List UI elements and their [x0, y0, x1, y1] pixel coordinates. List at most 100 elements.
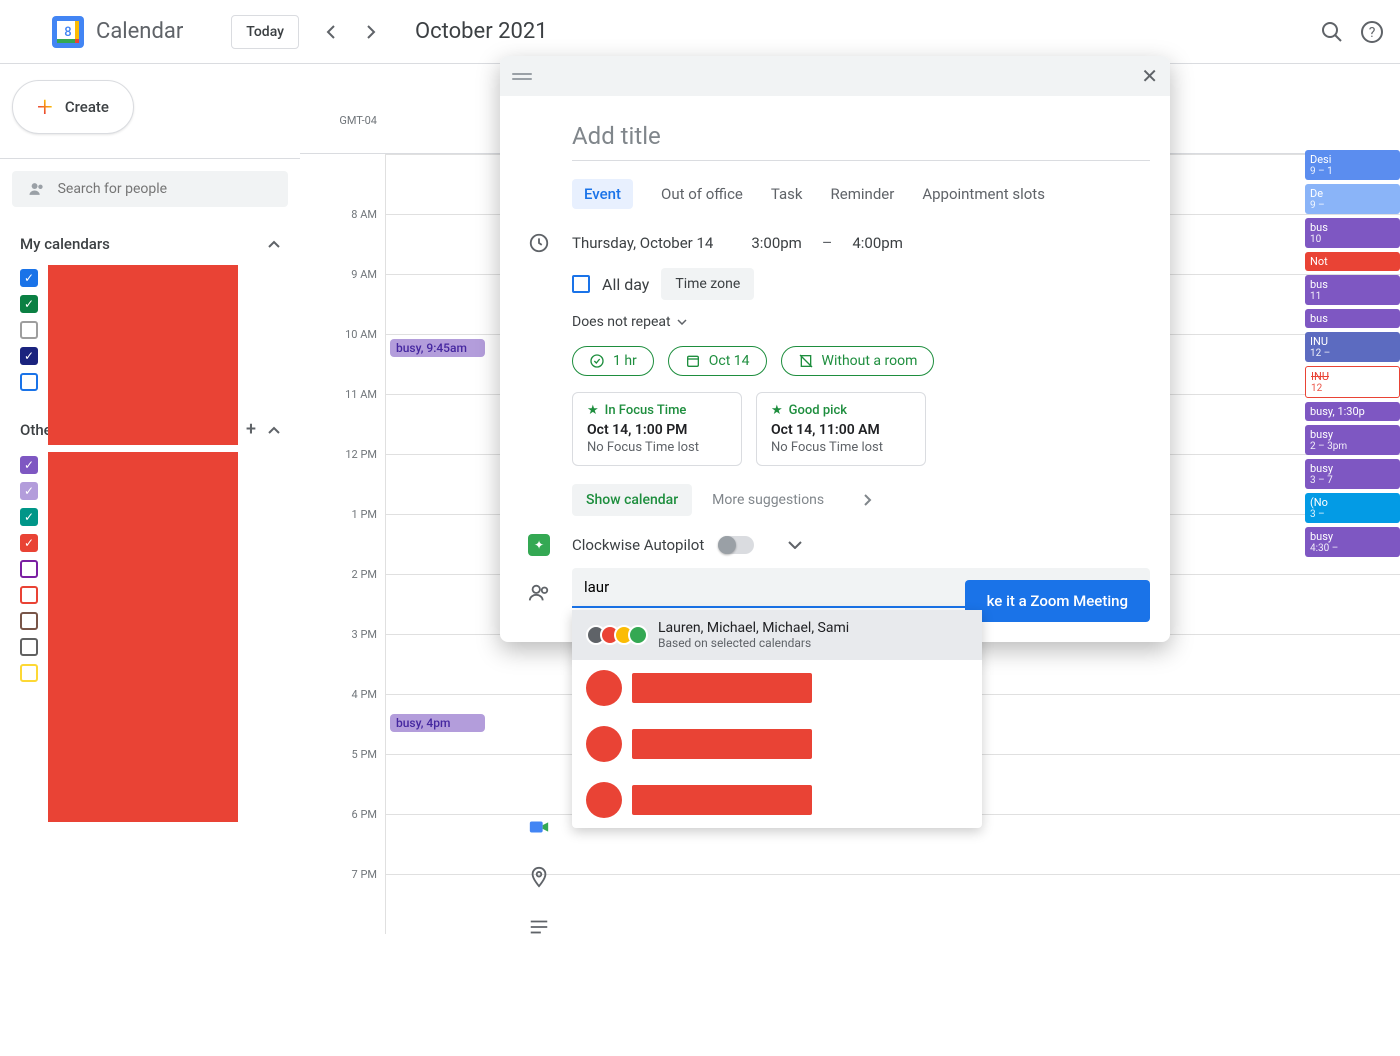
tab-appointment-slots[interactable]: Appointment slots [922, 179, 1045, 209]
other-calendars-list [12, 452, 288, 686]
peek-event[interactable]: INU12 – [1305, 332, 1400, 362]
redacted-block [48, 265, 238, 445]
hour-label [300, 148, 385, 208]
suggestion-sub: Based on selected calendars [658, 636, 849, 650]
modal-header[interactable]: ✕ [500, 56, 1170, 96]
peek-event[interactable]: busy4:30 – [1305, 527, 1400, 557]
calendar-event[interactable]: busy, 4pm [390, 714, 485, 732]
hour-label: 5 PM [300, 748, 385, 808]
guest-suggestion-redacted[interactable] [572, 772, 982, 828]
create-button[interactable]: + Create [12, 80, 134, 134]
app-logo[interactable]: 8 Calendar [48, 12, 183, 52]
my-calendars-label: My calendars [20, 235, 110, 253]
calendar-checkbox[interactable] [20, 269, 38, 287]
calendar-logo-icon: 8 [48, 12, 88, 52]
peek-event[interactable]: Not [1305, 252, 1400, 271]
peek-event[interactable]: INU12 [1305, 366, 1400, 398]
hour-label: 1 PM [300, 508, 385, 568]
event-type-tabs: Event Out of office Task Reminder Appointmen… [572, 179, 1150, 209]
peek-event[interactable]: (No3 – [1305, 493, 1400, 523]
my-calendars-list [12, 265, 288, 395]
peek-event[interactable]: bus [1305, 309, 1400, 328]
calendar-checkbox[interactable] [20, 373, 38, 391]
time-suggestion-card[interactable]: ★In Focus TimeOct 14, 1:00 PMNo Focus Ti… [572, 392, 742, 466]
guest-suggestion-item[interactable]: Lauren, Michael, Michael, Sami Based on … [572, 610, 982, 660]
calendar-checkbox[interactable] [20, 295, 38, 313]
peek-event[interactable]: bus11 [1305, 275, 1400, 305]
chevron-right-icon [864, 494, 872, 506]
app-name: Calendar [96, 19, 183, 44]
calendar-checkbox[interactable] [20, 534, 38, 552]
calendar-checkbox[interactable] [20, 560, 38, 578]
calendar-checkbox[interactable] [20, 664, 38, 682]
month-title: October 2021 [415, 19, 548, 44]
more-suggestions-button[interactable]: More suggestions [712, 492, 872, 508]
repeat-dropdown[interactable]: Does not repeat [572, 314, 1150, 330]
calendar-checkbox[interactable] [20, 321, 38, 339]
guest-suggestion-redacted[interactable] [572, 660, 982, 716]
hour-label: 12 PM [300, 448, 385, 508]
drag-handle-icon[interactable] [512, 73, 532, 80]
my-calendars-header[interactable]: My calendars [12, 231, 288, 257]
tab-out-of-office[interactable]: Out of office [661, 179, 743, 209]
peek-event[interactable]: busy3 – 7 [1305, 459, 1400, 489]
calendar-checkbox[interactable] [20, 586, 38, 604]
plus-icon: + [37, 93, 53, 121]
clockwise-label: Clockwise Autopilot [572, 536, 704, 554]
peek-event[interactable]: Desi9 – 1 [1305, 150, 1400, 180]
calendar-checkbox[interactable] [20, 482, 38, 500]
guest-suggestion-redacted[interactable] [572, 716, 982, 772]
hamburger-menu-icon[interactable] [16, 20, 40, 44]
all-day-row: All day Time zone [572, 268, 1150, 300]
calendar-checkbox[interactable] [20, 456, 38, 474]
clockwise-toggle[interactable] [718, 536, 754, 554]
hour-label: 2 PM [300, 568, 385, 628]
add-calendar-icon[interactable]: + [246, 419, 256, 440]
calendar-checkbox[interactable] [20, 508, 38, 526]
show-calendar-button[interactable]: Show calendar [572, 484, 692, 516]
peek-event[interactable]: bus10 [1305, 218, 1400, 248]
time-suggestion-card[interactable]: ★Good pickOct 14, 11:00 AMNo Focus Time … [756, 392, 926, 466]
timezone-button[interactable]: Time zone [661, 268, 754, 300]
peek-event[interactable]: De9 – [1305, 184, 1400, 214]
today-button[interactable]: Today [231, 15, 299, 49]
calendar-checkbox[interactable] [20, 347, 38, 365]
description-icon[interactable] [528, 916, 550, 938]
event-title-input[interactable] [572, 116, 1150, 161]
video-icon[interactable] [528, 816, 550, 838]
peek-events: Desi9 – 1 De9 – bus10 Not bus11 bus INU12 – INU… [1305, 150, 1400, 561]
chevron-down-icon[interactable] [788, 541, 802, 549]
location-icon[interactable] [528, 866, 550, 888]
quick-pill[interactable]: Oct 14 [668, 346, 767, 376]
zoom-meeting-button[interactable]: ke it a Zoom Meeting [965, 580, 1150, 622]
guests-icon [528, 582, 550, 604]
close-icon[interactable]: ✕ [1141, 64, 1158, 88]
tab-reminder[interactable]: Reminder [831, 179, 895, 209]
calendar-checkbox[interactable] [20, 638, 38, 656]
hour-label: 7 PM [300, 868, 385, 928]
hour-label: 9 AM [300, 268, 385, 328]
quick-pill[interactable]: Without a room [781, 346, 935, 376]
event-date[interactable]: Thursday, October 14 [572, 234, 713, 252]
quick-pill[interactable]: 1 hr [572, 346, 654, 376]
tab-task[interactable]: Task [771, 179, 803, 209]
peek-event[interactable]: busy, 1:30p [1305, 402, 1400, 421]
calendar-event[interactable]: busy, 9:45am [390, 339, 485, 357]
help-icon[interactable]: ? [1360, 20, 1384, 44]
datetime-row[interactable]: Thursday, October 14 3:00pm – 4:00pm [572, 233, 1150, 252]
start-time[interactable]: 3:00pm [751, 234, 802, 252]
prev-button[interactable] [315, 16, 347, 48]
quick-options-row: 1 hr Oct 14 Without a room [572, 346, 1150, 376]
end-time[interactable]: 4:00pm [852, 234, 903, 252]
people-icon [28, 179, 46, 199]
repeat-label: Does not repeat [572, 314, 671, 330]
search-people-input[interactable] [12, 171, 288, 207]
tab-event[interactable]: Event [572, 179, 633, 209]
peek-event[interactable]: busy2 – 3pm [1305, 425, 1400, 455]
search-people-field[interactable] [58, 181, 272, 197]
hour-label: 10 AM [300, 328, 385, 388]
next-button[interactable] [355, 16, 387, 48]
search-icon[interactable] [1320, 20, 1344, 44]
all-day-checkbox[interactable] [572, 275, 590, 293]
calendar-checkbox[interactable] [20, 612, 38, 630]
